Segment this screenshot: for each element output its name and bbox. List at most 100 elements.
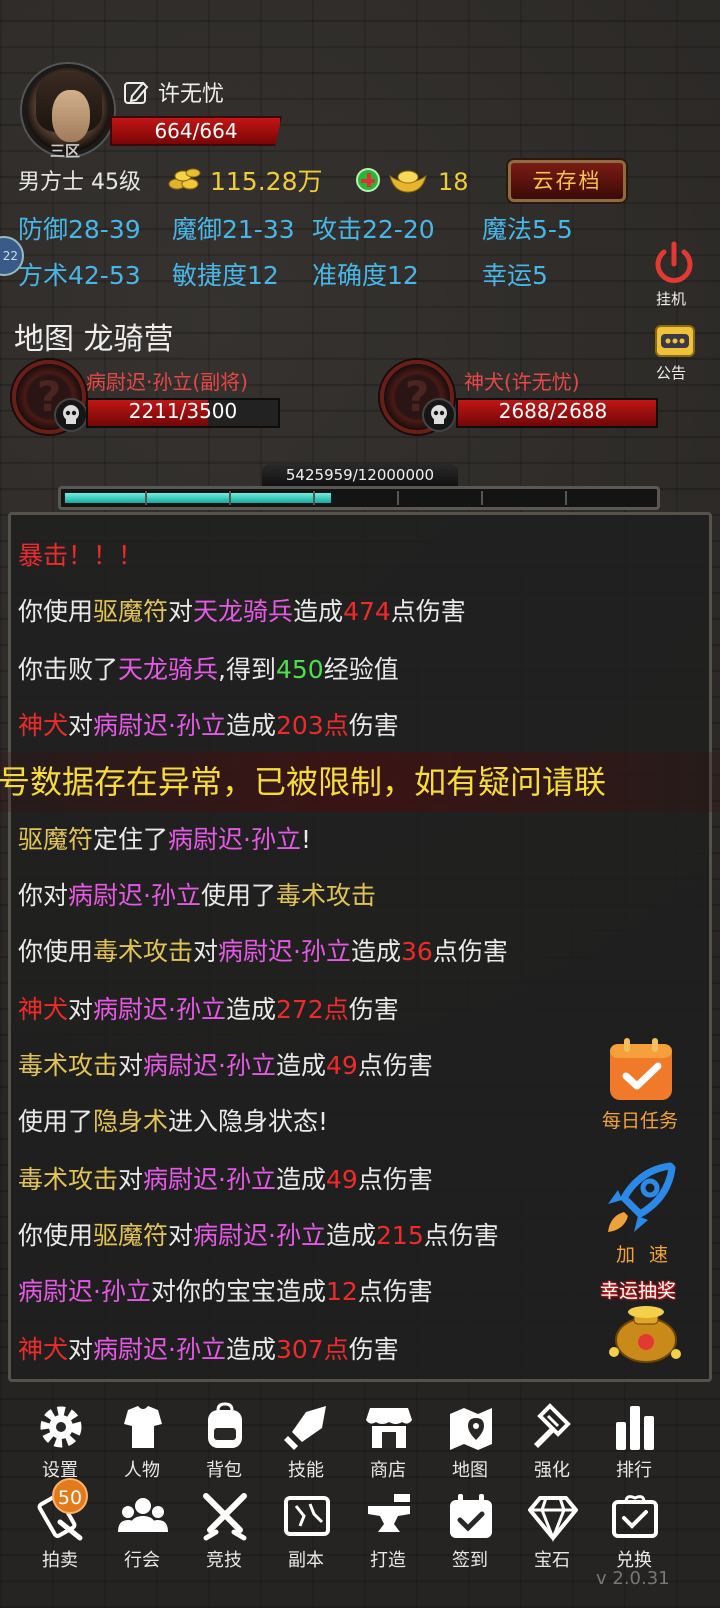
log-segment: 点伤害 <box>357 1165 433 1194</box>
bar-chart-icon <box>616 1406 654 1450</box>
pet1-hp-text: 2211/3500 <box>128 399 238 423</box>
log-segment: ,得到 <box>218 655 276 684</box>
nav-bag[interactable]: 背包 <box>182 1402 266 1494</box>
log-line: 你对病尉迟·孙立使用了毒术攻击 <box>18 876 376 912</box>
nav-checkin[interactable]: 签到 <box>428 1492 512 1584</box>
rocket-icon[interactable] <box>600 1160 680 1238</box>
log-line: 你使用毒术攻击对病尉迟·孙立造成36点伤害 <box>18 932 508 968</box>
nav-guild[interactable]: 行会 <box>100 1492 184 1584</box>
nav-skills[interactable]: 技能 <box>264 1402 348 1494</box>
log-segment: 神犬 <box>18 1335 69 1364</box>
log-segment: 12 <box>325 1277 358 1306</box>
auction-count-badge: 50 <box>52 1478 88 1514</box>
nav-map[interactable]: 地图 <box>428 1402 512 1494</box>
log-segment: 暴击！！！ <box>18 541 144 570</box>
log-line: 毒术攻击对病尉迟·孙立造成49点伤害 <box>18 1160 433 1196</box>
log-segment: 伤害 <box>348 995 399 1024</box>
log-segment: 病尉迟·孙立 <box>68 881 201 910</box>
log-segment: 474 <box>343 597 391 626</box>
nav-character[interactable]: 人物 <box>100 1402 184 1494</box>
log-line: 毒术攻击对病尉迟·孙立造成49点伤害 <box>18 1046 433 1082</box>
log-segment: 神犬 <box>18 995 69 1024</box>
log-segment: 毒术攻击 <box>93 937 194 966</box>
gear-icon <box>40 1406 82 1448</box>
daily-tasks-label[interactable]: 每日任务 <box>602 1106 678 1133</box>
log-segment: 定住了 <box>93 825 169 854</box>
notice-label[interactable]: 公告 <box>656 362 686 383</box>
gold-amount: 115.28万 <box>210 167 323 196</box>
log-segment: 神犬 <box>18 711 69 740</box>
armor-icon <box>124 1406 162 1448</box>
nav-dungeon[interactable]: 副本 <box>264 1492 348 1584</box>
nav-label: 打造 <box>370 1550 406 1571</box>
player-name: 许无忧 <box>158 82 225 107</box>
stat-accuracy: 准确度12 <box>312 261 419 290</box>
users-icon <box>118 1498 168 1532</box>
log-line: 暴击！！！ <box>18 536 143 572</box>
notice-icon[interactable] <box>654 324 696 358</box>
nav-label: 设置 <box>42 1460 78 1481</box>
player-name-row[interactable]: 许无忧 <box>122 76 224 108</box>
lucky-draw-label[interactable]: 幸运抽奖 <box>600 1276 676 1303</box>
log-segment: 你使用 <box>18 597 94 626</box>
recharge-plus-icon[interactable] <box>356 168 380 192</box>
nav-ranking[interactable]: 排行 <box>592 1402 676 1494</box>
log-segment: 点伤害 <box>390 597 466 626</box>
log-segment: 对 <box>68 711 94 740</box>
log-segment: 造成 <box>225 711 276 740</box>
edit-icon[interactable] <box>122 78 150 106</box>
nav-label: 排行 <box>616 1460 652 1481</box>
log-segment: 450 <box>275 655 324 684</box>
nav-shop[interactable]: 商店 <box>346 1402 430 1494</box>
log-segment: 对 <box>193 937 219 966</box>
log-segment: 病尉迟·孙立 <box>18 1277 151 1306</box>
log-segment: 伤害 <box>348 711 399 740</box>
ingot-amount: 18 <box>438 168 469 196</box>
nav-label: 行会 <box>124 1550 160 1571</box>
calendar-check-icon[interactable] <box>606 1036 676 1104</box>
log-segment: 造成 <box>326 1221 377 1250</box>
pet1-name: 病尉迟·孙立(副将) <box>86 370 248 394</box>
nav-forge[interactable]: 打造 <box>346 1492 430 1584</box>
nav-gems[interactable]: 宝石 <box>510 1492 594 1584</box>
treasure-bag-icon[interactable] <box>604 1302 686 1364</box>
speed-up-label[interactable]: 加 速 <box>616 1240 672 1267</box>
cloud-save-button[interactable]: 云存档 <box>508 160 626 202</box>
log-segment: 病尉迟·孙立 <box>168 825 301 854</box>
log-segment: 使用了 <box>18 1107 94 1136</box>
log-segment: 病尉迟·孙立 <box>218 937 351 966</box>
pet2-hp-text: 2688/2688 <box>498 399 608 423</box>
log-segment: 造成 <box>293 597 344 626</box>
hangup-label[interactable]: 挂机 <box>656 288 686 309</box>
stat-attack: 攻击22-20 <box>312 215 435 244</box>
nav-enhance[interactable]: 强化 <box>510 1402 594 1494</box>
log-line: 你击败了天龙骑兵,得到450经验值 <box>18 650 399 686</box>
stat-agility: 敏捷度12 <box>172 261 279 290</box>
stat-defense: 防御28-39 <box>18 215 141 244</box>
log-segment: 点伤害 <box>357 1051 433 1080</box>
crossed-swords-icon <box>203 1493 247 1541</box>
log-line: 神犬对病尉迟·孙立造成203点伤害 <box>18 706 399 742</box>
log-segment: 对 <box>168 597 194 626</box>
log-segment: 对你的宝宝造成 <box>150 1277 326 1306</box>
power-icon[interactable] <box>652 240 696 288</box>
stat-magic-defense: 魔御21-33 <box>172 215 295 244</box>
log-segment: 你对 <box>18 881 69 910</box>
experience-bar <box>58 486 660 510</box>
nav-label: 签到 <box>452 1550 488 1571</box>
log-segment: 病尉迟·孙立 <box>143 1165 276 1194</box>
gold-ingot-icon <box>389 170 427 193</box>
log-segment: 272点 <box>276 995 349 1024</box>
log-segment: 对 <box>68 1335 94 1364</box>
log-segment: 毒术攻击 <box>18 1165 119 1194</box>
log-segment: 你使用 <box>18 1221 94 1250</box>
log-segment: 毒术攻击 <box>275 881 376 910</box>
diamond-icon <box>528 1496 578 1542</box>
nav-arena[interactable]: 竞技 <box>182 1492 266 1584</box>
log-segment: 造成 <box>225 1335 276 1364</box>
log-segment: 病尉迟·孙立 <box>143 1051 276 1080</box>
log-segment: 病尉迟·孙立 <box>93 995 226 1024</box>
log-segment: 天龙骑兵 <box>193 597 294 626</box>
log-segment: 驱魔符 <box>93 1221 169 1250</box>
log-segment: 对 <box>118 1165 144 1194</box>
